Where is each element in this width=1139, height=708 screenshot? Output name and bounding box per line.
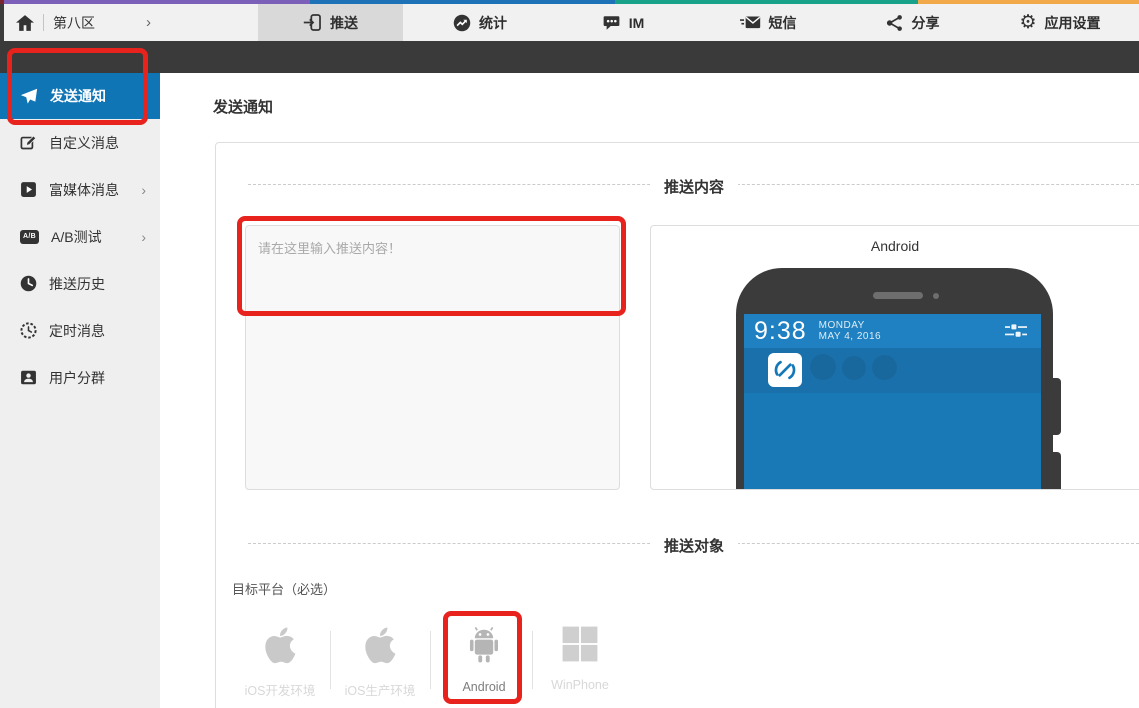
ab-test-icon: A/B <box>20 230 39 244</box>
tab-stats[interactable]: 统计 <box>420 4 540 41</box>
preview-device-label: Android <box>871 238 919 254</box>
top-navigation-bar: 第八区 › 推送 统计 IM 短信 <box>0 4 1139 41</box>
sms-icon <box>740 14 761 31</box>
platform-winphone[interactable]: WinPhone <box>530 625 630 692</box>
project-selector[interactable]: 第八区 › <box>16 4 151 41</box>
ghost-placeholder <box>842 356 866 380</box>
history-clock-icon <box>20 275 37 292</box>
tab-label: 短信 <box>769 13 797 33</box>
sidebar-item-label: 发送通知 <box>50 86 106 106</box>
sidebar-item-send-notification[interactable]: 发送通知 <box>0 73 160 119</box>
stats-icon <box>453 14 471 32</box>
main-content: 发送通知 推送内容 Android 9:38 MONDAY MAY 4, 201 <box>160 73 1139 708</box>
push-icon <box>303 13 322 32</box>
tab-sms[interactable]: 短信 <box>708 4 828 41</box>
chevron-right-icon: › <box>141 229 146 245</box>
section-label-push-target: 推送对象 <box>650 535 738 556</box>
phone-screen: 9:38 MONDAY MAY 4, 2016 <box>744 314 1041 490</box>
notification-row <box>744 348 1041 393</box>
sidebar-item-scheduled-message[interactable]: 定时消息 <box>0 307 160 354</box>
divider <box>43 14 44 31</box>
ghost-placeholder <box>872 355 897 380</box>
android-icon <box>467 625 501 665</box>
phone-statusbar: 9:38 MONDAY MAY 4, 2016 <box>744 314 1041 348</box>
target-platform-label: 目标平台（必选） <box>232 579 336 598</box>
status-weekday: MONDAY <box>819 320 865 331</box>
tab-push[interactable]: 推送 <box>258 4 403 41</box>
tab-app-settings[interactable]: ⚙ 应用设置 <box>985 4 1135 41</box>
gear-icon: ⚙ <box>1019 13 1036 32</box>
app-logo-icon <box>768 353 802 387</box>
platform-ios-prod[interactable]: iOS生产环境 <box>330 625 430 699</box>
tab-im[interactable]: IM <box>568 4 678 41</box>
android-phone-mockup: 9:38 MONDAY MAY 4, 2016 <box>736 268 1053 490</box>
im-icon <box>602 14 621 32</box>
timer-icon <box>20 322 37 339</box>
platform-android[interactable]: Android <box>434 625 534 694</box>
sidebar-item-push-history[interactable]: 推送历史 <box>0 260 160 307</box>
chevron-right-icon[interactable]: › <box>146 14 151 31</box>
sidebar-item-label: 用户分群 <box>49 368 105 388</box>
phone-speaker <box>873 292 923 299</box>
tab-label: IM <box>629 15 645 31</box>
tab-share[interactable]: 分享 <box>850 4 975 41</box>
device-preview-card: Android 9:38 MONDAY MAY 4, 2016 <box>650 225 1139 490</box>
sidebar-item-ab-test[interactable]: A/B A/B测试 › <box>0 213 160 260</box>
status-date: MONDAY MAY 4, 2016 <box>819 320 881 342</box>
project-name: 第八区 <box>53 13 95 33</box>
left-edge-sliver <box>0 4 4 41</box>
platform-label: Android <box>434 680 534 694</box>
dark-header-bar <box>0 41 1139 73</box>
sidebar-item-label: 自定义消息 <box>49 133 119 153</box>
edit-icon <box>20 134 37 151</box>
user-group-icon <box>20 369 37 386</box>
sidebar-item-label: 推送历史 <box>49 274 105 294</box>
apple-icon <box>363 625 397 665</box>
sidebar-item-rich-media[interactable]: 富媒体消息 › <box>0 166 160 213</box>
sidebar-item-label: 定时消息 <box>49 321 105 341</box>
sidebar-item-user-segment[interactable]: 用户分群 <box>0 354 160 401</box>
platform-label: iOS开发环境 <box>230 680 330 699</box>
sidebar-item-custom-message[interactable]: 自定义消息 <box>0 119 160 166</box>
rich-media-icon <box>20 181 37 198</box>
sidebar-item-label: A/B测试 <box>51 227 102 247</box>
sliders-icon <box>1005 323 1027 339</box>
tab-label: 分享 <box>912 13 940 33</box>
tab-label: 统计 <box>479 13 507 33</box>
app-window: 第八区 › 推送 统计 IM 短信 <box>0 0 1139 708</box>
ghost-placeholder <box>810 354 836 380</box>
home-icon[interactable] <box>16 15 34 31</box>
status-calendar-date: MAY 4, 2016 <box>819 331 881 342</box>
platform-separator <box>430 631 431 689</box>
windows-icon <box>561 625 599 663</box>
tab-label: 应用设置 <box>1045 13 1101 33</box>
chevron-right-icon: › <box>141 182 146 198</box>
platform-label: iOS生产环境 <box>330 680 430 699</box>
section-label-push-content: 推送内容 <box>650 176 738 197</box>
share-icon <box>886 14 904 32</box>
apple-icon <box>263 625 297 665</box>
page-title: 发送通知 <box>213 96 273 117</box>
status-time: 9:38 <box>754 317 807 346</box>
push-content-input[interactable] <box>245 225 620 490</box>
sidebar: 发送通知 自定义消息 富媒体消息 › A/B A/B测试 › 推送历史 <box>0 73 160 708</box>
tab-label: 推送 <box>330 13 358 33</box>
platform-label: WinPhone <box>530 678 630 692</box>
platform-ios-dev[interactable]: iOS开发环境 <box>230 625 330 699</box>
phone-camera <box>933 293 939 299</box>
sidebar-item-label: 富媒体消息 <box>49 180 119 200</box>
send-icon <box>20 88 38 105</box>
